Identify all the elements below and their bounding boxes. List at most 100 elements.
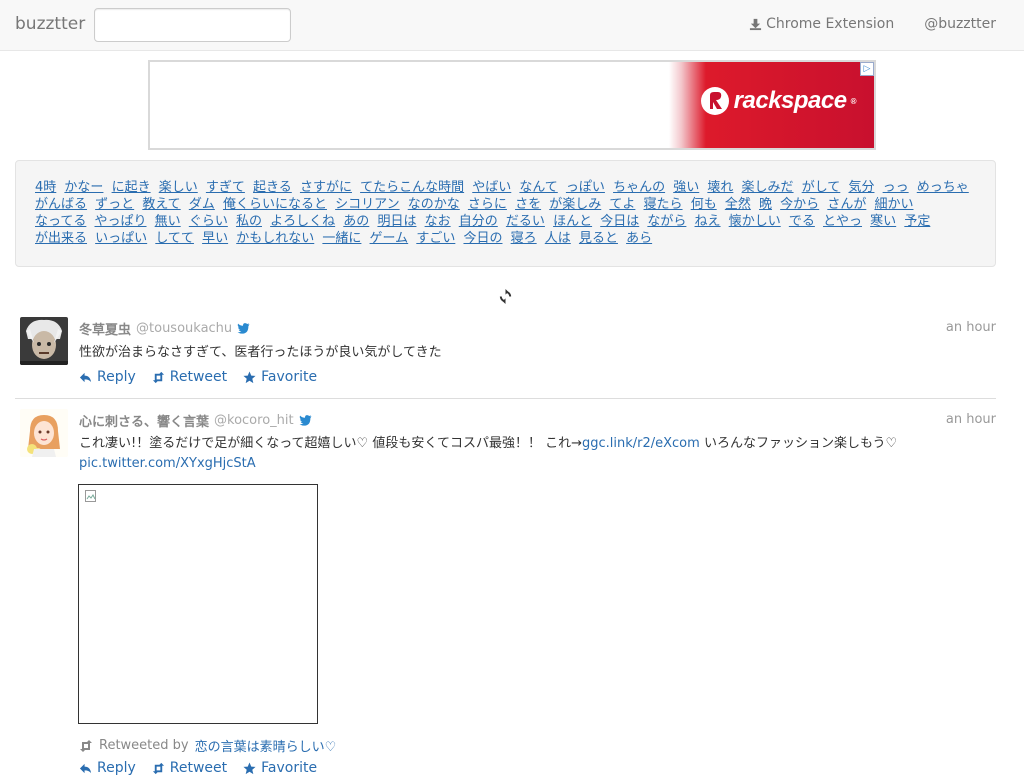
twitter-bird-icon[interactable] <box>299 415 312 426</box>
reply-button[interactable]: Reply <box>79 369 136 385</box>
retweeted-by-user[interactable]: 恋の言葉は素晴らしい♡ <box>195 736 337 755</box>
keyword-link[interactable]: さを <box>515 197 541 212</box>
ad-choices-icon[interactable]: ▷ <box>860 62 874 76</box>
keyword-link[interactable]: 強い <box>673 180 699 195</box>
keyword-link[interactable]: なお <box>425 214 451 229</box>
keyword-link[interactable]: だるい <box>506 214 545 229</box>
keyword-link[interactable]: さすがに <box>300 180 352 195</box>
retweet-label: Retweet <box>169 369 228 385</box>
keyword-link[interactable]: ちゃんの <box>613 180 665 195</box>
keyword-link[interactable]: やっぱり <box>95 214 147 229</box>
tweet-time[interactable]: an hour <box>946 320 996 335</box>
keyword-link[interactable]: さらに <box>468 197 507 212</box>
keyword-link[interactable]: かもしれない <box>236 231 314 246</box>
keyword-link[interactable]: が楽しみ <box>549 197 601 212</box>
keyword-link[interactable]: が出来る <box>35 231 87 246</box>
keyword-link[interactable]: めっちゃ <box>917 180 969 195</box>
keyword-link[interactable]: ダム <box>189 197 215 212</box>
ad-banner[interactable]: rackspace ® ▷ <box>148 60 876 150</box>
reply-button[interactable]: Reply <box>79 760 136 776</box>
keyword-link[interactable]: してて <box>155 231 194 246</box>
tweet-author-name[interactable]: 冬草夏虫 <box>79 319 131 338</box>
keyword-link[interactable]: なってる <box>35 214 86 229</box>
keyword-link[interactable]: ほんと <box>553 214 592 229</box>
keyword-link[interactable]: 今日は <box>600 214 639 229</box>
keyword-link[interactable]: てたらこんな時間 <box>360 180 464 195</box>
tweet-time[interactable]: an hour <box>946 412 996 427</box>
avatar[interactable] <box>20 317 68 365</box>
refresh-icon[interactable] <box>498 289 513 304</box>
keyword-link[interactable]: に起き <box>112 180 151 195</box>
keyword-link[interactable]: 起きる <box>253 180 292 195</box>
keyword-link[interactable]: 一緒に <box>322 231 361 246</box>
keyword-link[interactable]: 壊れ <box>707 180 733 195</box>
twitter-bird-icon[interactable] <box>237 323 250 334</box>
keyword-link[interactable]: あの <box>343 214 369 229</box>
keyword-link[interactable]: ゲーム <box>370 231 409 246</box>
search-input[interactable] <box>94 8 291 42</box>
keyword-link[interactable]: 細かい <box>874 197 913 212</box>
keyword-link[interactable]: 全然 <box>725 197 751 212</box>
keyword-link[interactable]: 楽しみだ <box>742 180 794 195</box>
keyword-link[interactable]: 4時 <box>35 180 56 195</box>
keyword-link[interactable]: よろしくね <box>270 214 335 229</box>
favorite-button[interactable]: Favorite <box>243 760 317 776</box>
keyword-link[interactable]: なのかな <box>408 197 460 212</box>
keyword-link[interactable]: 自分の <box>459 214 498 229</box>
tweet-text: 性欲が治まらなさすぎて、医者行ったほうが良い気がしてきた <box>79 345 442 360</box>
keyword-link[interactable]: 明日は <box>377 214 416 229</box>
avatar[interactable] <box>20 409 68 457</box>
keyword-link[interactable]: あら <box>626 231 652 246</box>
keyword-link[interactable]: ねえ <box>695 214 721 229</box>
keyword-link[interactable]: 寒い <box>870 214 896 229</box>
keyword-link[interactable]: とやっ <box>823 214 862 229</box>
chrome-extension-link[interactable]: Chrome Extension <box>749 16 894 32</box>
keyword-link[interactable]: がして <box>802 180 841 195</box>
keyword-link[interactable]: っっ <box>883 180 909 195</box>
keyword-link[interactable]: 私の <box>236 214 262 229</box>
keyword-link[interactable]: 早い <box>202 231 228 246</box>
tweet-author-handle[interactable]: @tousoukachu <box>136 321 232 336</box>
keyword-link[interactable]: っぽい <box>566 180 605 195</box>
keyword-link[interactable]: 晩 <box>759 197 772 212</box>
keyword-link[interactable]: 何も <box>691 197 717 212</box>
keyword-link[interactable]: シコリアン <box>335 197 399 212</box>
keyword-link[interactable]: ずっと <box>95 197 134 212</box>
download-icon <box>750 18 762 30</box>
keyword-link[interactable]: 見ると <box>579 231 618 246</box>
account-link[interactable]: @buzztter <box>924 16 996 32</box>
retweet-button[interactable]: Retweet <box>152 369 227 385</box>
tweet-author-name[interactable]: 心に刺さる、響く言葉 <box>79 411 209 430</box>
keyword-link[interactable]: 教えて <box>142 197 180 212</box>
brand-link[interactable]: buzztter <box>15 14 85 34</box>
tweet-link[interactable]: ggc.link/r2/eXcom <box>582 436 700 451</box>
keyword-link[interactable]: てよ <box>609 197 635 212</box>
keyword-link[interactable]: 寝たら <box>644 197 683 212</box>
keyword-link[interactable]: さんが <box>827 197 866 212</box>
tweet-author-handle[interactable]: @kocoro_hit <box>214 413 294 428</box>
keyword-link[interactable]: 楽しい <box>159 180 198 195</box>
keyword-link[interactable]: ぐらい <box>189 214 228 229</box>
keyword-link[interactable]: すぎて <box>206 180 245 195</box>
keyword-link[interactable]: ながら <box>647 214 686 229</box>
keyword-link[interactable]: がんばる <box>35 197 87 212</box>
keyword-link[interactable]: やばい <box>472 180 511 195</box>
keyword-link[interactable]: 寝ろ <box>511 231 537 246</box>
keyword-link[interactable]: 無い <box>155 214 181 229</box>
keyword-link[interactable]: 今日の <box>463 231 502 246</box>
keyword-link[interactable]: かなー <box>64 180 103 195</box>
keyword-link[interactable]: なんて <box>519 180 557 195</box>
favorite-button[interactable]: Favorite <box>243 369 317 385</box>
keyword-link[interactable]: いっぱい <box>95 231 147 246</box>
keyword-link[interactable]: 今から <box>780 197 819 212</box>
keyword-link[interactable]: 気分 <box>848 180 874 195</box>
keyword-link[interactable]: すごい <box>416 231 455 246</box>
keyword-link[interactable]: でる <box>789 214 815 229</box>
keyword-link[interactable]: 予定 <box>904 214 930 229</box>
tweet-media-image[interactable] <box>78 484 318 724</box>
retweet-button[interactable]: Retweet <box>152 760 227 776</box>
keyword-link[interactable]: 人は <box>545 231 571 246</box>
keyword-link[interactable]: 俺くらいになると <box>223 197 327 212</box>
keyword-link[interactable]: 懐かしい <box>729 214 781 229</box>
tweet-pic-link[interactable]: pic.twitter.com/XYxgHjcStA <box>79 456 256 471</box>
